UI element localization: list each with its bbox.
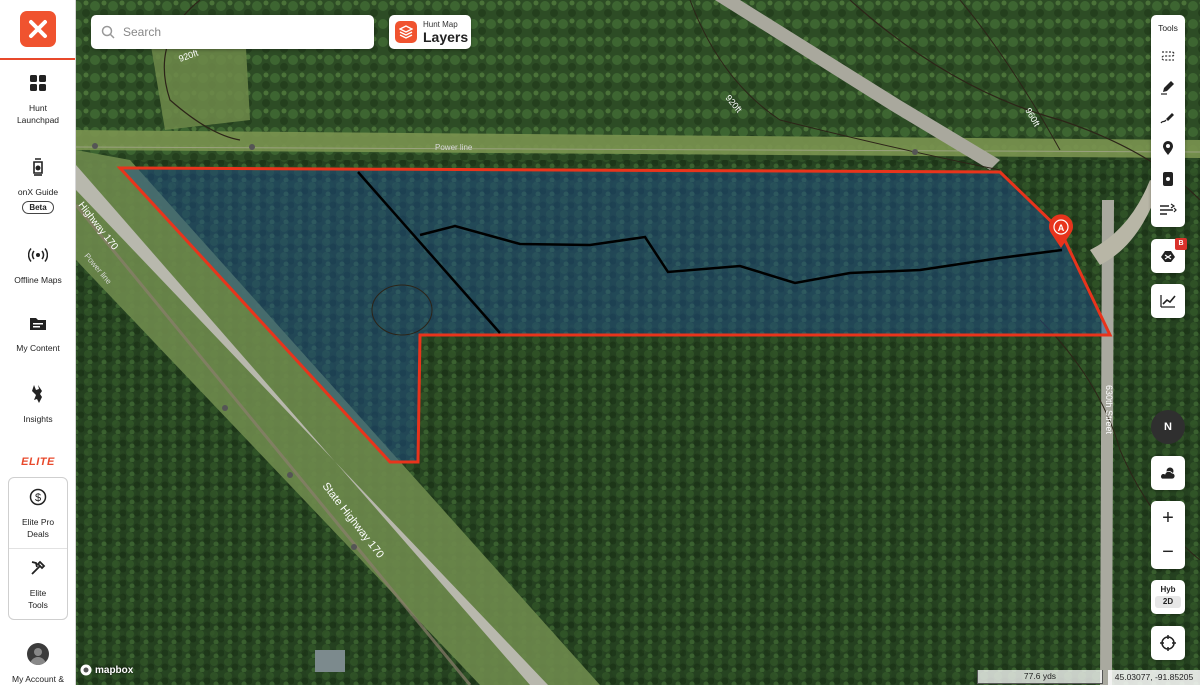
broadcast-icon (27, 244, 49, 266)
new-badge: B (1175, 238, 1187, 250)
svg-text:Power line: Power line (435, 143, 473, 152)
sidebar-item-elite-tools[interactable]: Elite Tools (9, 557, 67, 611)
draw-tool-button[interactable] (1151, 75, 1185, 99)
svg-text:630th Street: 630th Street (1104, 385, 1114, 435)
hunt-area-icon (1161, 251, 1175, 262)
zoom-in-button[interactable]: + (1151, 501, 1185, 535)
sidebar-item-label: My Account & (12, 674, 64, 684)
mapbox-attribution[interactable]: mapbox (80, 664, 133, 676)
avatar (27, 643, 49, 665)
beta-badge: Beta (22, 201, 54, 214)
layers-icon (395, 21, 417, 43)
wind-icon (1160, 203, 1177, 215)
dollar-icon: $ (27, 486, 49, 508)
sidebar-item-insights[interactable]: Insights (0, 383, 76, 425)
zoom-controls: + − (1151, 501, 1185, 569)
chart-icon (1160, 295, 1176, 308)
route-icon (1161, 51, 1175, 61)
mapbox-logo-icon (80, 664, 92, 676)
sidebar-item-elite-pro-deals[interactable]: $ Elite Pro Deals (9, 486, 67, 540)
logo-area (0, 0, 75, 60)
grid-icon (27, 72, 49, 94)
sidebar-item-label: Hunt Launchpad (16, 103, 60, 125)
divider (9, 548, 67, 549)
weather-button[interactable] (1151, 456, 1185, 490)
layers-title: Layers (423, 29, 469, 45)
basemap-type-label: Hyb (1160, 585, 1176, 594)
satellite-imagery: 920ft 920ft 960ft Power line Power line … (76, 0, 1200, 685)
sidebar-item-offline-maps[interactable]: Offline Maps (0, 244, 76, 286)
onx-logo[interactable] (19, 11, 56, 47)
map-canvas[interactable]: 920ft 920ft 960ft Power line Power line … (76, 0, 1200, 685)
wind-tool-button[interactable] (1151, 198, 1185, 222)
crosshair-icon (1160, 635, 1176, 651)
sidebar-item-label: Offline Maps (14, 275, 62, 285)
sidebar-item-label: onX Guide (17, 187, 59, 197)
sidebar: Hunt Launchpad onX Guide Beta Offline Ma… (0, 0, 76, 685)
view-mode-label[interactable]: 2D (1155, 596, 1181, 608)
tools-label: Tools (1158, 23, 1178, 33)
elite-label: ELITE (21, 456, 55, 468)
search-bar[interactable] (91, 15, 374, 49)
basemap-toggle[interactable]: Hyb 2D (1151, 580, 1185, 614)
sidebar-item-my-content[interactable]: My Content (0, 312, 76, 354)
trail-camera-icon (1163, 172, 1173, 186)
elite-section: $ Elite Pro Deals Elite Tools (8, 477, 68, 620)
svg-text:A: A (1058, 223, 1065, 233)
sidebar-item-label: Elite Pro Deals (21, 517, 55, 539)
deer-icon (27, 383, 49, 405)
zoom-out-button[interactable]: − (1151, 535, 1185, 569)
line-tool-button[interactable] (1151, 105, 1185, 129)
waypoint-tool-button[interactable] (1151, 136, 1185, 160)
folder-icon (27, 312, 49, 334)
sidebar-item-my-account[interactable]: My Account & (0, 643, 76, 685)
minus-icon: − (1162, 540, 1174, 563)
sidebar-item-label: Insights (23, 414, 53, 424)
plus-icon: + (1162, 506, 1174, 529)
sidebar-item-hunt-launchpad[interactable]: Hunt Launchpad (0, 72, 76, 126)
trail-camera-tool-button[interactable] (1151, 167, 1185, 191)
lantern-icon (27, 156, 49, 178)
mapbox-label: mapbox (95, 664, 134, 676)
insights-chart-button[interactable] (1151, 284, 1185, 318)
search-icon (101, 25, 115, 39)
sidebar-item-label: My Content (16, 343, 60, 353)
x-logo-icon (28, 20, 47, 38)
svg-text:$: $ (35, 492, 41, 504)
route-tool-button[interactable] (1151, 45, 1185, 69)
map-pin-icon (1163, 141, 1173, 155)
sidebar-item-label: Elite Tools (28, 588, 48, 610)
sidebar-item-onx-guide[interactable]: onX Guide Beta (0, 156, 76, 214)
map-scale: 77.6 yds (977, 670, 1103, 684)
compass-button[interactable]: N (1151, 410, 1185, 444)
compass-north-label: N (1164, 421, 1172, 433)
line-draw-icon (1160, 113, 1174, 124)
weather-icon (1160, 467, 1176, 480)
tools-icon (27, 557, 49, 579)
layers-button[interactable]: Hunt Map Layers (389, 15, 471, 49)
search-input[interactable] (123, 25, 363, 39)
cursor-coordinates: 45.03077, -91.85205 (1108, 670, 1200, 685)
pencil-icon (1161, 81, 1174, 95)
locate-me-button[interactable] (1151, 626, 1185, 660)
tools-panel: Tools (1151, 15, 1185, 227)
